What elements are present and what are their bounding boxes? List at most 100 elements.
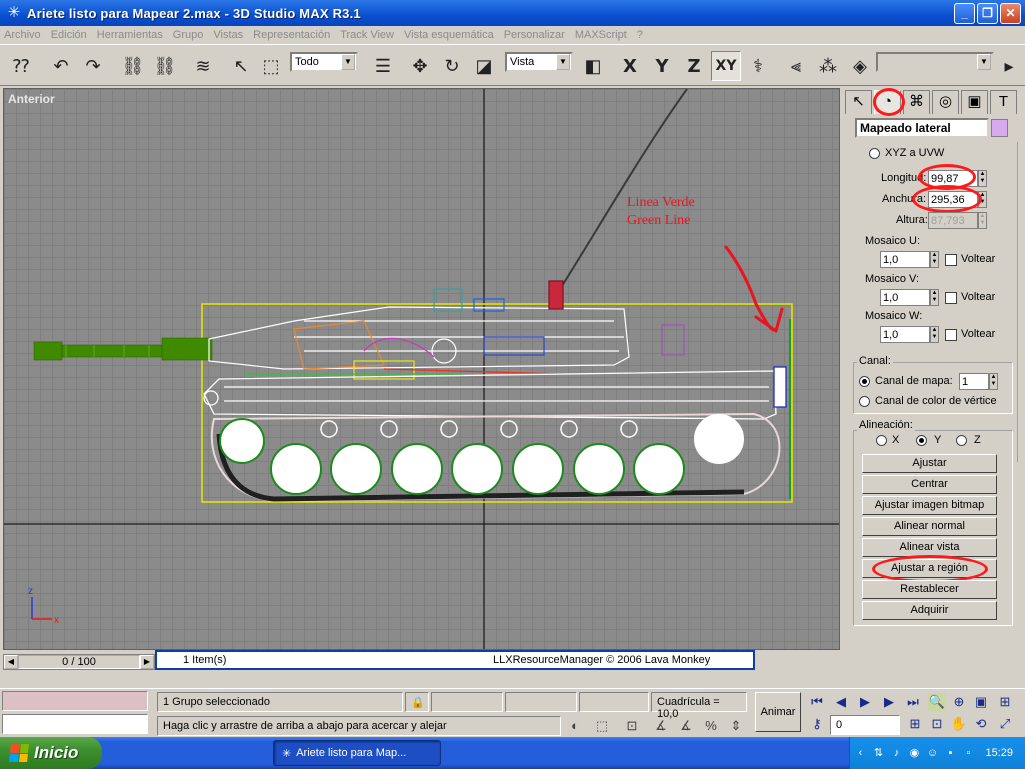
reset-button[interactable]: Restablecer <box>862 580 997 599</box>
tile-v-field[interactable]: 1,0 <box>880 289 930 306</box>
map-channel-radio[interactable] <box>859 376 870 387</box>
time-config-icon[interactable]: ⊞ <box>906 715 924 733</box>
key-mode-icon[interactable]: ⚷ <box>808 715 826 733</box>
axis-z-button[interactable]: Z <box>679 51 709 81</box>
viewport-label[interactable]: Anterior <box>8 92 55 106</box>
length-spinner-arrows[interactable]: ▲ ▼ <box>978 170 987 187</box>
menu-grupo[interactable]: Grupo <box>173 29 204 41</box>
time-slider-frame[interactable]: 0 / 100 <box>18 655 140 669</box>
y-coordinate-field[interactable] <box>505 692 577 712</box>
region-zoom-icon[interactable]: ⊡ <box>928 715 946 733</box>
normal-align-button[interactable]: Alinear normal <box>862 517 997 536</box>
tile-w-spinner-arrows[interactable]: ▲ ▼ <box>930 326 939 343</box>
axis-xy-button[interactable]: XY <box>711 51 741 81</box>
menu-maxscript[interactable]: MAXScript <box>575 29 627 41</box>
close-button[interactable]: ✕ <box>1000 3 1021 24</box>
go-to-start-icon[interactable]: ⏮ <box>808 693 826 711</box>
hierarchy-tab-icon[interactable]: ⌘ <box>903 90 930 114</box>
array-icon[interactable]: ⁂ <box>813 51 843 81</box>
tray-expand-icon[interactable]: ‹ <box>853 746 867 760</box>
spinner-snap-icon[interactable]: ⇕ <box>727 717 745 735</box>
menu-personalizar[interactable]: Personalizar <box>504 29 565 41</box>
display-icon[interactable]: ▫ <box>961 746 975 760</box>
menu-help[interactable]: ? <box>637 29 643 41</box>
zoom-extents-icon[interactable]: ▣ <box>972 693 990 711</box>
display-tab-icon[interactable]: ▣ <box>961 90 988 114</box>
tile-u-spinner-arrows[interactable]: ▲ ▼ <box>930 251 939 268</box>
help-cursor-icon[interactable]: ⁇ <box>6 51 36 81</box>
ati-icon[interactable]: ▪ <box>943 746 957 760</box>
time-slider[interactable]: ◀ 0 / 100 ▶ <box>3 654 155 670</box>
next-frame-icon[interactable]: ▶ <box>880 693 898 711</box>
align-y-radio[interactable] <box>916 435 927 446</box>
maxscript-input-mini[interactable] <box>2 714 148 734</box>
play-icon[interactable]: ▶ <box>856 693 874 711</box>
viewport-front[interactable]: Linea Verde Green Line z x Anterior <box>3 88 840 650</box>
map-channel-field[interactable]: 1 <box>959 373 989 390</box>
selection-filter-dropdown[interactable]: Todo ▼ <box>290 52 358 72</box>
map-channel-spinner-arrows[interactable]: ▲ ▼ <box>989 373 998 390</box>
undo-icon[interactable]: ↶ <box>46 51 76 81</box>
align-z-radio[interactable] <box>956 435 967 446</box>
maximize-viewport-icon[interactable]: ⤢ <box>996 715 1014 733</box>
time-slider-right-icon[interactable]: ▶ <box>140 655 154 669</box>
arc-rotate-icon[interactable]: ⟲ <box>972 715 990 733</box>
menu-vistas[interactable]: Vistas <box>213 29 243 41</box>
maximize-button[interactable]: ❐ <box>977 3 998 24</box>
x-coordinate-field[interactable] <box>431 692 503 712</box>
align-icon[interactable]: ◈ <box>845 51 875 81</box>
zoom-all-icon[interactable]: ⊕ <box>950 693 968 711</box>
toolbar-scroll-icon[interactable]: ▸ <box>996 51 1022 81</box>
rotate-icon[interactable]: ↻ <box>437 51 467 81</box>
coordinate-system-dropdown[interactable]: Vista ▼ <box>505 52 573 72</box>
select-by-name-icon[interactable]: ☰ <box>368 51 398 81</box>
ik-terminator-icon[interactable]: ⚕ <box>743 51 773 81</box>
modifier-name-field[interactable]: Mapeado lateral <box>855 118 989 138</box>
align-x-radio[interactable] <box>876 435 887 446</box>
snap-toggle-icon[interactable]: ∡ <box>652 717 670 735</box>
pivot-center-icon[interactable]: ◧ <box>578 51 608 81</box>
redo-icon[interactable]: ↷ <box>78 51 108 81</box>
menu-representacion[interactable]: Representación <box>253 29 330 41</box>
menu-track-view[interactable]: Track View <box>340 29 394 41</box>
center-button[interactable]: Centrar <box>862 475 997 494</box>
axis-y-button[interactable]: Y <box>647 51 677 81</box>
angle-snap-icon[interactable]: ∡ <box>677 717 695 735</box>
pan-icon[interactable]: ✋ <box>950 715 968 733</box>
z-coordinate-field[interactable] <box>579 692 649 712</box>
go-to-end-icon[interactable]: ⏭ <box>904 693 922 711</box>
zoom-extents-all-icon[interactable]: ⊞ <box>996 693 1014 711</box>
crossing-selection-icon[interactable]: ⬚ <box>593 717 611 735</box>
start-button[interactable]: Inicio <box>0 737 102 769</box>
taskbar-item-3dsmax[interactable]: ✳ Ariete listo para Map... <box>273 740 441 766</box>
bitmap-fit-button[interactable]: Ajustar imagen bitmap <box>862 496 997 515</box>
tile-u-field[interactable]: 1,0 <box>880 251 930 268</box>
animate-button[interactable]: Animar <box>755 692 801 732</box>
flip-v-checkbox[interactable] <box>945 292 957 304</box>
maxscript-listener-mini[interactable] <box>2 691 148 711</box>
flip-w-checkbox[interactable] <box>945 329 957 341</box>
current-frame-field[interactable]: 0 <box>830 715 900 735</box>
degradation-override-icon[interactable]: ◐ <box>566 717 584 735</box>
utilities-tab-icon[interactable]: T <box>990 90 1017 114</box>
bind-space-warp-icon[interactable]: ≋ <box>188 51 218 81</box>
scale-icon[interactable]: ◪ <box>469 51 499 81</box>
xyz-to-uvw-radio[interactable] <box>869 148 880 159</box>
zoom-icon[interactable]: 🔍 <box>928 693 946 711</box>
select-object-icon[interactable]: ↖ <box>226 51 256 81</box>
menu-edicion[interactable]: Edición <box>51 29 87 41</box>
minimize-button[interactable]: _ <box>954 3 975 24</box>
unlink-icon[interactable]: ⛓ <box>150 51 180 81</box>
acquire-button[interactable]: Adquirir <box>862 601 997 620</box>
tile-w-field[interactable]: 1,0 <box>880 326 930 343</box>
fit-button[interactable]: Ajustar <box>862 454 997 473</box>
link-icon[interactable]: ⛓ <box>118 51 148 81</box>
modifier-color-swatch[interactable] <box>991 119 1008 137</box>
percent-snap-icon[interactable]: % <box>702 717 720 735</box>
axis-x-button[interactable]: X <box>615 51 645 81</box>
region-select-icon[interactable]: ⬚ <box>256 51 286 81</box>
named-selection-dropdown[interactable]: ▼ <box>876 52 994 72</box>
network-icon[interactable]: ⇅ <box>871 746 885 760</box>
tile-v-spinner-arrows[interactable]: ▲ ▼ <box>930 289 939 306</box>
time-slider-left-icon[interactable]: ◀ <box>4 655 18 669</box>
